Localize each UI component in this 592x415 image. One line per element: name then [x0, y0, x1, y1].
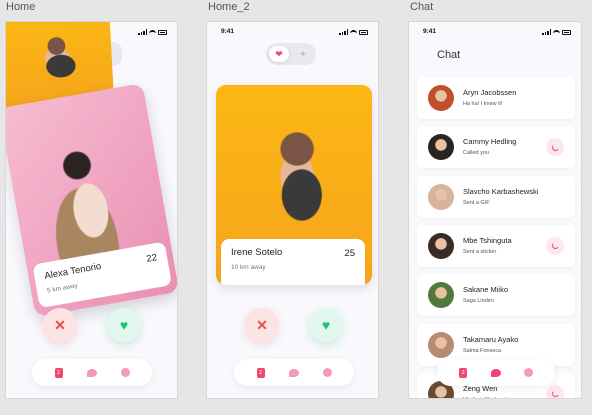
- nav-profile[interactable]: [524, 368, 534, 377]
- cards-icon: z: [459, 367, 468, 378]
- last-message: Sent a sticker: [463, 248, 497, 255]
- dislike-button[interactable]: ✕: [245, 308, 279, 342]
- card-info: Irene Sotelo 25 10 km away: [221, 239, 365, 285]
- last-message: Ha ha! I knew it!: [463, 101, 503, 107]
- sparkle-icon[interactable]: ✦: [293, 46, 313, 62]
- card-name: Irene Sotelo: [231, 247, 283, 258]
- home2-screen: 9:41 ❤ ✦ Irene Sotelo 25 10 km away ✕ ♥ …: [206, 21, 379, 399]
- chat-row[interactable]: Cammy Hedling Called you: [417, 126, 575, 169]
- bottom-nav: z: [437, 359, 555, 386]
- last-message: Salma Fonseca: [463, 347, 502, 354]
- last-message: Sent a GIF: [463, 199, 490, 206]
- chat-bubble-icon: [288, 368, 299, 377]
- mode-toggle[interactable]: ❤ ✦: [266, 43, 316, 65]
- phone-icon: [550, 143, 560, 152]
- call-button[interactable]: [546, 138, 564, 157]
- status-time: 9:41: [423, 28, 437, 35]
- avatar[interactable]: [428, 331, 454, 358]
- battery-icon: [359, 29, 368, 35]
- bottom-nav: z: [234, 359, 354, 386]
- nav-cards[interactable]: z: [54, 367, 64, 378]
- last-message: Vladimir Klimková: [463, 397, 507, 398]
- call-button[interactable]: [546, 384, 564, 398]
- profile-icon: [322, 368, 332, 377]
- dislike-button[interactable]: ✕: [43, 308, 77, 342]
- signal-icon: [542, 29, 551, 35]
- heart-icon: ♥: [119, 317, 129, 333]
- close-icon: ✕: [54, 316, 66, 333]
- frame-label-chat: Chat: [410, 1, 434, 13]
- bottom-nav: z: [32, 359, 152, 386]
- frame-label-home: Home: [6, 1, 36, 13]
- status-time: 9:41: [221, 28, 235, 35]
- chat-row[interactable]: Mbe Tshinguta Sent a sticker: [417, 224, 575, 267]
- profile-icon: [524, 368, 534, 377]
- wifi-icon: [149, 29, 156, 35]
- chat-bubble-icon: [86, 368, 97, 377]
- profile-card[interactable]: Irene Sotelo 25 10 km away: [216, 85, 372, 285]
- status-bar: 9:41: [221, 28, 368, 38]
- signal-icon: [339, 29, 348, 35]
- profile-card[interactable]: Alexa Tenorio 22 5 km away: [6, 82, 177, 318]
- battery-icon: [158, 29, 167, 35]
- home-screen: Alexa Tenorio 22 5 km away ✕ ♥ z: [5, 21, 178, 399]
- nav-chat[interactable]: [86, 368, 97, 377]
- avatar[interactable]: [428, 282, 454, 309]
- card-age: 22: [145, 252, 158, 265]
- cards-icon: z: [256, 367, 265, 378]
- phone-icon: [550, 389, 560, 398]
- heart-icon: ♥: [321, 317, 331, 333]
- contact-name: Slavcho Karbashewski: [463, 186, 539, 196]
- nav-cards[interactable]: z: [256, 367, 266, 378]
- card-distance: 10 km away: [231, 264, 266, 271]
- status-bar: 9:41: [423, 28, 571, 38]
- call-button[interactable]: [546, 236, 564, 255]
- chat-screen: 9:41 Chat Aryn Jacobssen Ha ha! I knew it…: [408, 21, 582, 399]
- frame-label-home2: Home_2: [208, 1, 250, 13]
- contact-name: Aryn Jacobssen: [463, 88, 517, 97]
- cards-icon: z: [54, 367, 63, 378]
- page-title: Chat: [437, 49, 461, 61]
- contact-name: Sakane Miiko: [463, 285, 509, 295]
- card-age: 25: [344, 248, 355, 259]
- chat-row[interactable]: Aryn Jacobssen Ha ha! I knew it!: [417, 77, 575, 119]
- close-icon: ✕: [256, 316, 268, 333]
- wifi-icon: [350, 29, 357, 35]
- wifi-icon: [553, 29, 560, 35]
- signal-icon: [138, 29, 147, 35]
- chat-row[interactable]: Slavcho Karbashewski Sent a GIF: [417, 175, 575, 218]
- nav-cards[interactable]: z: [458, 367, 468, 378]
- avatar[interactable]: [428, 134, 454, 161]
- nav-chat[interactable]: [490, 368, 501, 377]
- like-button[interactable]: ♥: [309, 308, 343, 342]
- nav-profile[interactable]: [120, 368, 130, 377]
- avatar[interactable]: [428, 232, 454, 259]
- chat-row[interactable]: Sakane Miiko Saga Lindén: [417, 274, 575, 317]
- battery-icon: [562, 29, 571, 35]
- card-info: Alexa Tenorio 22 5 km away: [32, 241, 172, 309]
- contact-name: Mbe Tshinguta: [463, 235, 512, 245]
- contact-name: Cammy Hedling: [463, 137, 517, 147]
- nav-profile[interactable]: [322, 368, 332, 377]
- last-message: Saga Lindén: [463, 298, 494, 305]
- phone-icon: [550, 241, 560, 250]
- avatar[interactable]: [428, 85, 454, 111]
- like-button[interactable]: ♥: [107, 308, 141, 342]
- nav-chat[interactable]: [288, 368, 299, 377]
- last-message: Called you: [463, 150, 489, 157]
- contact-name: Takamaru Ayako: [463, 334, 519, 344]
- avatar[interactable]: [428, 183, 454, 210]
- flame-icon[interactable]: ❤: [269, 46, 289, 62]
- profile-icon: [120, 368, 130, 377]
- chat-bubble-icon: [490, 368, 501, 377]
